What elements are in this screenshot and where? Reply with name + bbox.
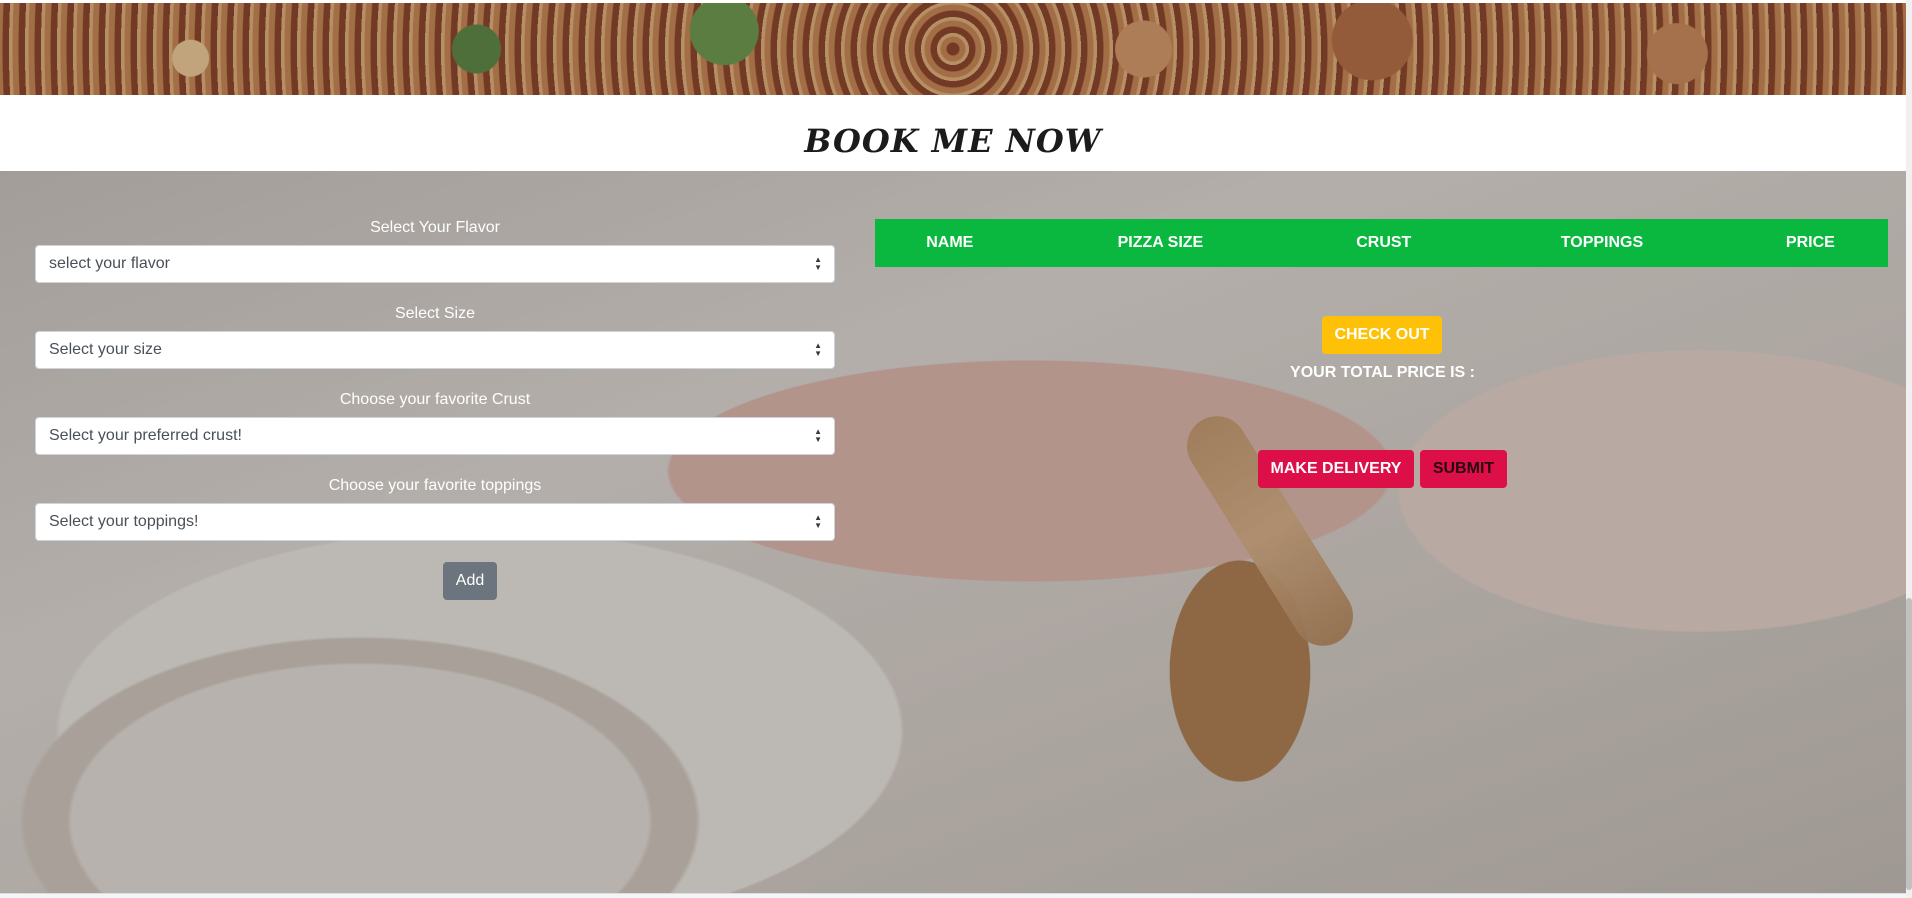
- select-arrows-icon: ▲ ▼: [814, 255, 822, 272]
- section-title: BOOK ME NOW: [804, 122, 1102, 160]
- crust-group: Choose your favorite Crust Select your p…: [35, 388, 835, 474]
- page: BOOK ME NOW Select Your Flavor select yo…: [0, 0, 1912, 898]
- flavor-select[interactable]: select your flavor ▲ ▼: [35, 245, 835, 283]
- checkout-button[interactable]: CHECK OUT: [1322, 316, 1442, 354]
- make-delivery-button[interactable]: MAKE DELIVERY: [1258, 450, 1414, 488]
- select-arrows-icon: ▲ ▼: [814, 427, 822, 444]
- column-header-pizza-size: PIZZA SIZE: [1117, 234, 1204, 251]
- flavor-select-value: select your flavor: [49, 255, 170, 272]
- select-arrows-icon: ▲ ▼: [814, 341, 822, 358]
- size-select[interactable]: Select your size ▲ ▼: [35, 331, 835, 369]
- size-group: Select Size Select your size ▲ ▼: [35, 302, 835, 388]
- size-label: Select Size: [394, 305, 476, 322]
- column-header-crust: CRUST: [1356, 234, 1412, 251]
- order-table: NAME PIZZA SIZE CRUST TOPPINGS PRICE: [875, 219, 1888, 267]
- total-price-text: YOUR TOTAL PRICE IS :: [1290, 364, 1475, 381]
- page-bottom-edge: [0, 893, 1906, 898]
- column-header-toppings: TOPPINGS: [1560, 234, 1644, 251]
- column-header-name: NAME: [926, 234, 974, 251]
- pizza-banner-image: [0, 3, 1906, 95]
- order-table-header-row: NAME PIZZA SIZE CRUST TOPPINGS PRICE: [875, 219, 1888, 267]
- toppings-select[interactable]: Select your toppings! ▲ ▼: [35, 503, 835, 541]
- order-form: Select Your Flavor select your flavor ▲ ▼…: [35, 216, 835, 600]
- crust-select-value: Select your preferred crust!: [49, 427, 242, 444]
- crust-label: Choose your favorite Crust: [339, 391, 531, 408]
- toppings-label: Choose your favorite toppings: [328, 477, 542, 494]
- select-arrows-icon: ▲ ▼: [814, 513, 822, 530]
- submit-button[interactable]: SUBMIT: [1420, 450, 1507, 488]
- toppings-select-value: Select your toppings!: [49, 513, 199, 530]
- column-header-price: PRICE: [1785, 234, 1835, 251]
- crust-select[interactable]: Select your preferred crust! ▲ ▼: [35, 417, 835, 455]
- flavor-label: Select Your Flavor: [370, 219, 500, 236]
- add-button[interactable]: Add: [443, 562, 497, 600]
- flavor-group: Select Your Flavor select your flavor ▲ ▼: [35, 216, 835, 302]
- size-select-value: Select your size: [49, 341, 162, 358]
- scrollbar-thumb[interactable]: [1906, 598, 1912, 890]
- toppings-group: Choose your favorite toppings Select you…: [35, 474, 835, 560]
